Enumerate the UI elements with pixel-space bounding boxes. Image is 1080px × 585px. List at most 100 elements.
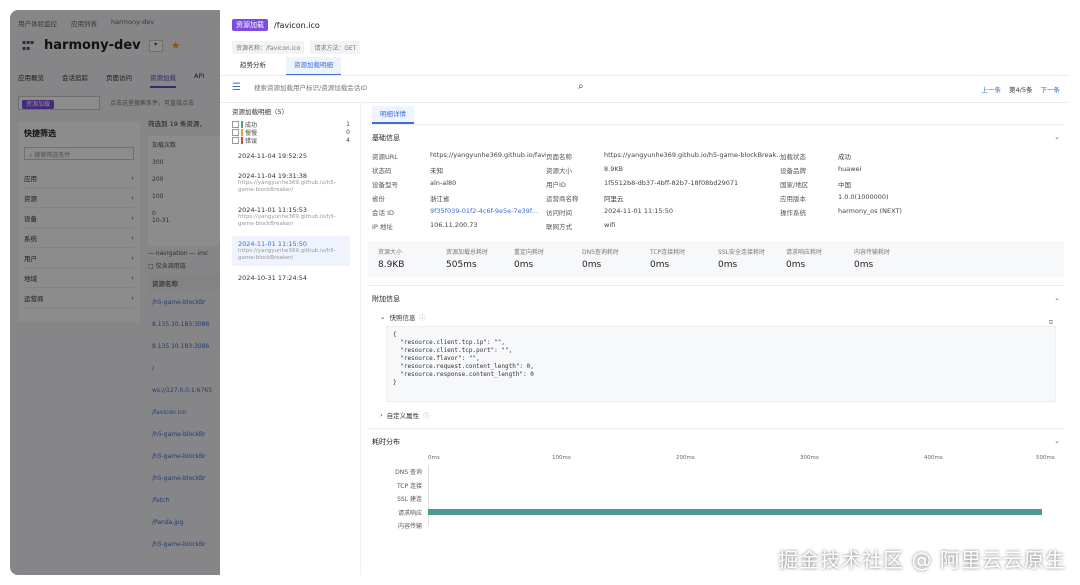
metric-label: TCP连接耗时 [650,249,686,256]
timing-row-label: 内容传输 [397,523,422,530]
divider [220,102,1070,103]
list-item[interactable]: 2024-11-01 11:15:53 https://yangyunhe369.… [232,202,350,232]
list-item[interactable]: 2024-11-04 19:31:38 https://yangyunhe369.… [232,168,350,198]
metric-value: 8.9KB [378,260,405,270]
custom-attr-header[interactable]: › 自定义属性 ⓘ [380,410,1052,420]
field-label: 设备品牌 [780,167,806,175]
list-item[interactable]: 2024-11-04 19:52:25 [232,148,350,164]
field-value: 阿里云 [604,195,624,203]
chevron-down-icon: ⌄ [1054,437,1060,445]
search-input[interactable]: 搜索资源加载用户标识/资源加载会话ID [254,82,367,92]
search-icon[interactable]: ⌕ [578,81,584,92]
info-icon: ⓘ [423,412,430,420]
search-row: ☰ 搜索资源加载用户标识/资源加载会话ID ⌕ 上一条 第4/5条 下一条 [220,80,1070,98]
field-label: 应用版本 [780,195,806,203]
metric-card: 请求响应耗时 0ms [786,247,854,271]
status-bar [241,136,243,144]
field-label: 用户ID [546,181,566,189]
field-value: https://yangyunhe369.github.io/h5-game-b… [604,151,780,159]
timing-chart: 0ms 100ms 200ms 300ms 400ms 500ms DNS 查询 TCP 连… [372,455,1060,530]
field-value: 8.9KB [604,165,624,173]
metric-card: 内容传输耗时 0ms [854,247,922,271]
tab-trend[interactable]: 趋势分析 [232,57,274,76]
field-value: 106.11.200.73 [430,221,478,229]
detail-drawer: 资源加载 /favicon.ico 资源名称：/favicon.ico 请求方法… [220,10,1070,575]
page-indicator: 第4/5条 [1009,86,1033,94]
resource-path: /favicon.ico [274,20,320,30]
list-item-selected[interactable]: 2024-11-01 11:15:50 https://yangyunhe369.… [232,236,350,266]
list-item[interactable]: 2024-10-31 17:24:54 [232,270,350,286]
prev-button[interactable]: 上一条 [982,84,1002,94]
field-value: 未知 [430,167,443,175]
metrics-bar: 资源大小 8.9KB 资源加载总耗时 505ms 重定向耗时 0ms DNS查询耗时 0ms T… [368,241,1064,277]
status-bar [241,120,243,128]
timing-rows: DNS 查询 TCP 连接 SSL 建连 请求响应 内容传输 [372,467,422,535]
timing-tick: 400ms [924,455,943,461]
field-value: https://yangyunhe369.github.io/favicon.i… [430,151,546,159]
snapshot-header[interactable]: ⌄ 快照信息 ⓘ [380,312,1052,322]
metric-card: TCP连接耗时 0ms [650,247,718,271]
checkbox[interactable] [232,128,239,136]
field-value: 浙江省 [430,195,450,203]
field-value: huawei [838,165,862,173]
basic-info-header[interactable]: 基础信息 ⌄ [372,133,1060,143]
metric-value: 0ms [786,260,806,270]
status-bar [241,128,243,136]
field-label [780,221,838,231]
field-label: 国家/地区 [780,181,809,189]
metric-card: DNS查询耗时 0ms [582,247,650,271]
tab-load-detail[interactable]: 资源加载明细 [286,57,341,76]
field-label: 访问时间 [546,209,572,217]
metric-value: 0ms [718,260,738,270]
divider [368,428,1064,429]
extra-info-header[interactable]: 附加信息 ⌄ [372,294,1060,304]
field-label: 联网方式 [546,223,572,231]
field-label: 会话 ID [372,209,394,217]
field-label: 资源大小 [546,167,572,175]
field-label: 运营商名称 [546,195,579,203]
window-frame: 用户体验监控 应用列表 harmony-dev ▪▪▪ ▪▪ harmony-de… [10,10,1070,575]
metric-label: 请求响应耗时 [786,249,823,256]
field-label: 设备型号 [372,181,398,189]
field-label: 页面名称 [546,153,572,161]
load-detail-list: 资源加载明细（5） 成功 1 慢慢 0 错误 4 2024-11-04 19:52:2… [232,106,350,286]
drawer-tabs: 趋势分析 资源加载明细 [232,57,341,76]
field-value: 成功 [838,153,851,161]
checkbox[interactable] [232,120,239,128]
field-value: 中国 [838,181,851,189]
copy-icon[interactable]: ⧉ [1049,319,1053,327]
metric-label: 资源加载总耗时 [446,249,489,256]
metric-card: 资源大小 8.9KB [378,247,446,271]
field-label: 省份 [372,195,385,203]
timing-tick: 300ms [800,455,819,461]
timing-tick: 100ms [552,455,571,461]
timing-header[interactable]: 耗时分布 ⌄ [372,437,1060,447]
list-collapse-icon[interactable]: ☰ [232,83,241,93]
field-value: wifi [604,221,616,229]
metric-card: 资源加载总耗时 505ms [446,247,514,271]
metric-card: 重定向耗时 0ms [514,247,582,271]
chevron-down-icon: ⌄ [1054,133,1060,141]
filter-error[interactable]: 错误 4 [232,136,350,145]
metric-value: 0ms [582,260,602,270]
meta-method: 请求方法：GET [310,41,361,54]
resource-type-tag: 资源加载 [232,19,268,31]
drawer-header: 资源加载 /favicon.ico [232,19,320,31]
timing-tick: 0ms [428,455,440,461]
meta-resource-name: 资源名称：/favicon.ico [232,41,305,54]
snapshot-code: ⧉ { "resource.client.tcp.ip": "", "resou… [386,319,1056,402]
modal-overlay[interactable] [10,10,220,575]
metric-card: SSL安全连接耗时 0ms [718,247,786,271]
next-button[interactable]: 下一条 [1041,84,1061,94]
field-value[interactable]: 9f35f039-01f2-4c6f-9e5e-7e39f... [430,207,546,217]
divider [368,285,1064,286]
timing-tick: 200ms [676,455,695,461]
divider [368,124,1064,125]
field-label: 资源URL [372,153,398,161]
checkbox[interactable] [232,136,239,144]
info-icon: ⓘ [419,314,426,322]
field-value: 2024-11-01 11:15:50 [604,207,674,215]
metric-value: 505ms [446,260,477,270]
tab-detail[interactable]: 明细详情 [372,106,414,124]
watermark: 掘金技术社区 @ 阿里云云原生 [778,548,1066,572]
